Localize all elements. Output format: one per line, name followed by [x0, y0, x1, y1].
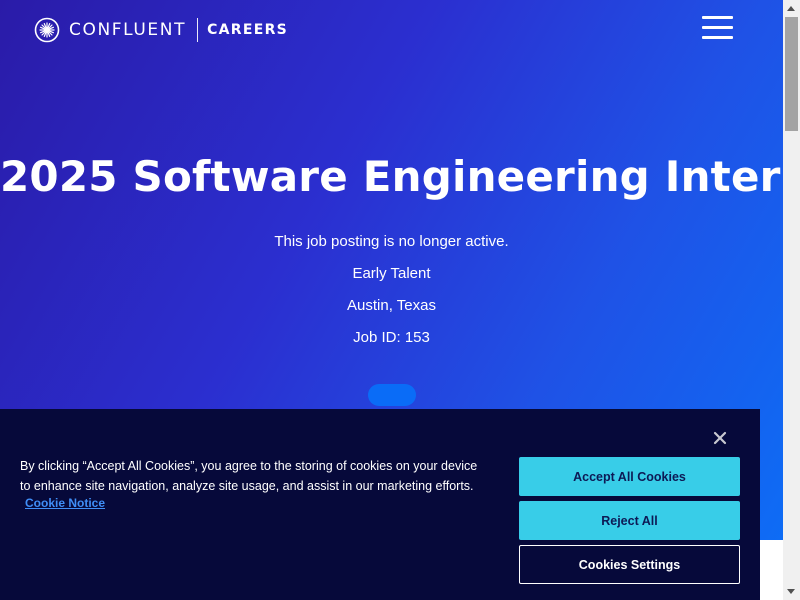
vertical-scrollbar[interactable] — [783, 0, 800, 600]
cookie-message: By clicking “Accept All Cookies”, you ag… — [20, 459, 478, 493]
job-title: 2025 Software Engineering Intern — [0, 152, 783, 201]
job-category: Early Talent — [352, 265, 431, 282]
scroll-down-button[interactable] — [783, 583, 800, 600]
apply-button[interactable] — [368, 384, 416, 406]
top-navigation: CONFLUENT CAREERS — [0, 0, 783, 60]
hamburger-menu-button[interactable] — [702, 16, 734, 42]
logo-divider — [197, 18, 199, 42]
hamburger-menu-icon — [702, 26, 733, 29]
hamburger-menu-icon — [702, 16, 733, 19]
reject-all-button[interactable]: Reject All — [519, 501, 740, 540]
job-id: Job ID: 153 — [353, 329, 430, 346]
cookie-consent-banner: By clicking “Accept All Cookies”, you ag… — [0, 409, 760, 600]
scroll-up-icon — [787, 6, 795, 11]
cookies-settings-button[interactable]: Cookies Settings — [519, 545, 740, 584]
scroll-down-icon — [787, 589, 795, 594]
careers-label: CAREERS — [207, 22, 289, 38]
close-icon[interactable] — [711, 429, 729, 447]
cookie-notice-link[interactable]: Cookie Notice — [25, 496, 105, 510]
job-location: Austin, Texas — [347, 297, 436, 314]
hamburger-menu-icon — [702, 36, 733, 39]
job-status-text: This job posting is no longer active. — [274, 233, 509, 250]
confluent-starburst-icon — [34, 17, 60, 43]
brand-logo-link[interactable]: CONFLUENT CAREERS — [34, 17, 288, 43]
scroll-up-button[interactable] — [783, 0, 800, 17]
accept-all-cookies-button[interactable]: Accept All Cookies — [519, 457, 740, 496]
scrollbar-thumb[interactable] — [785, 17, 798, 131]
brand-name: CONFLUENT — [69, 20, 187, 40]
